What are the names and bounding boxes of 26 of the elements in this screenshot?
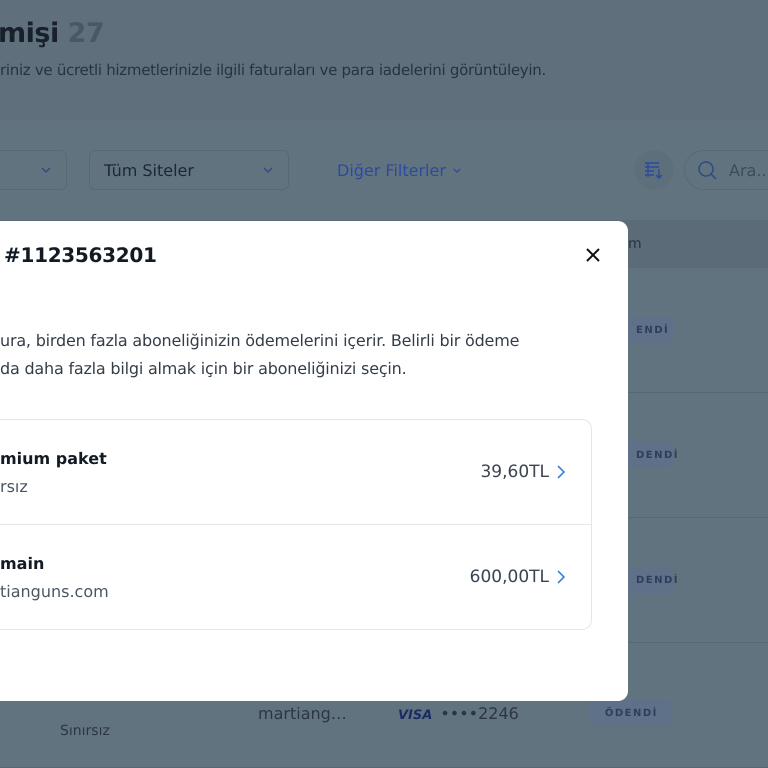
site-name: martiang… xyxy=(258,704,348,723)
chevron-right-icon xyxy=(557,465,565,479)
subscription-item[interactable]: main tianguns.com 600,00TL xyxy=(0,524,591,629)
chevron-down-icon xyxy=(262,166,274,174)
subscription-item[interactable]: mium paket rsız 39,60TL xyxy=(0,420,591,524)
column-header: m xyxy=(628,236,642,252)
price: 39,60TL xyxy=(480,462,549,482)
modal-description: ura, birden fazla aboneliğinizin ödemelerini içerir. Belirli bir ödeme da daha fazla bilgi almak için bir aboneliğinizi seçin. xyxy=(0,330,520,380)
card-brand: VISA xyxy=(398,707,432,725)
subscription-name: main xyxy=(0,554,46,572)
plan-detail: Sınırsız xyxy=(60,723,110,739)
subscription-name: mium paket xyxy=(0,448,108,468)
chevron-right-icon xyxy=(557,570,565,584)
search-icon xyxy=(697,160,717,180)
close-icon xyxy=(586,248,600,262)
filter-dropdown[interactable] xyxy=(0,150,67,190)
chevron-down-icon xyxy=(40,166,52,174)
modal-title: #1123563201 xyxy=(4,243,157,267)
card-number: ••••2246 xyxy=(440,704,520,723)
page-subtitle: riniz ve ücretli hizmetlerinizle ilgili faturaları ve para iadelerini görüntüleyin. xyxy=(0,61,547,79)
price: 600,00TL xyxy=(470,567,549,587)
subscription-detail: rsız xyxy=(0,476,29,496)
list-icon xyxy=(644,161,664,179)
subscription-detail: tianguns.com xyxy=(0,582,110,600)
chevron-down-icon xyxy=(452,166,462,174)
column-settings-button[interactable] xyxy=(634,150,674,190)
